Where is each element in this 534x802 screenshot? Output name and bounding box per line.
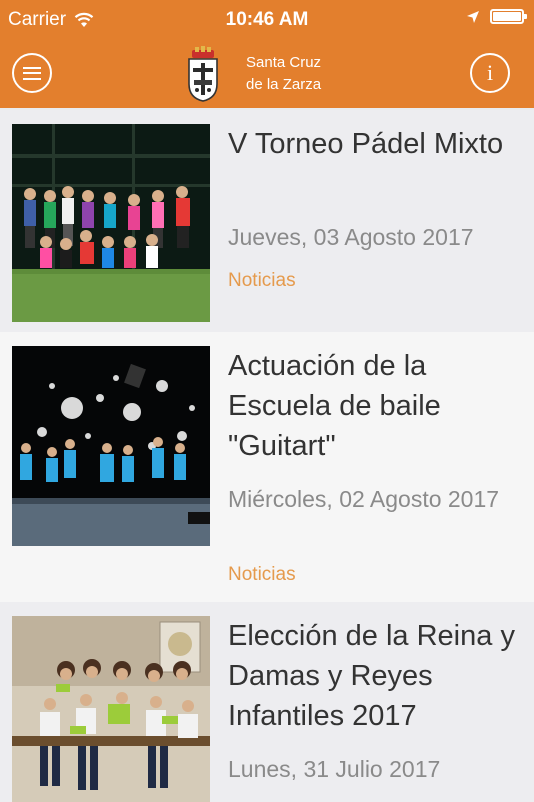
news-date: Jueves, 03 Agosto 2017 — [228, 224, 474, 250]
menu-button[interactable] — [12, 53, 52, 93]
status-time: 10:46 AM — [225, 9, 309, 30]
app-title: Santa Cruz de la Zarza — [246, 52, 321, 96]
news-title: V Torneo Pádel Mixto — [228, 128, 504, 160]
app-title-line2: de la Zarza — [246, 76, 322, 93]
coat-of-arms-logo — [188, 46, 218, 102]
news-date: Miércoles, 02 Agosto 2017 — [228, 486, 500, 512]
menu-icon — [23, 66, 41, 80]
news-item[interactable]: V Torneo Pádel Mixto Jueves, 03 Agosto 2… — [0, 110, 534, 332]
battery-icon — [490, 9, 527, 24]
status-right — [466, 9, 527, 24]
status-bar: Carrier 10:46 AM — [0, 0, 534, 40]
news-thumbnail — [12, 346, 210, 546]
news-date: Lunes, 31 Julio 2017 — [228, 756, 441, 782]
news-item[interactable]: Elección de la Reina y Damas y Reyes Inf… — [0, 602, 534, 802]
news-thumbnail — [12, 124, 210, 322]
nav-bar: Santa Cruz de la Zarza i — [0, 40, 534, 108]
info-button[interactable]: i — [470, 53, 510, 93]
app-title-line1: Santa Cruz — [246, 54, 322, 71]
news-title: Actuación de la Escuela de baile "Guitar… — [228, 350, 441, 462]
news-category[interactable]: Noticias — [228, 564, 296, 586]
location-arrow-icon — [467, 10, 479, 23]
news-thumbnail — [12, 616, 210, 802]
info-icon: i — [486, 60, 494, 85]
news-category[interactable]: Noticias — [228, 270, 296, 292]
news-item[interactable]: Actuación de la Escuela de baile "Guitar… — [0, 332, 534, 602]
news-title: Elección de la Reina y Damas y Reyes Inf… — [228, 620, 515, 732]
